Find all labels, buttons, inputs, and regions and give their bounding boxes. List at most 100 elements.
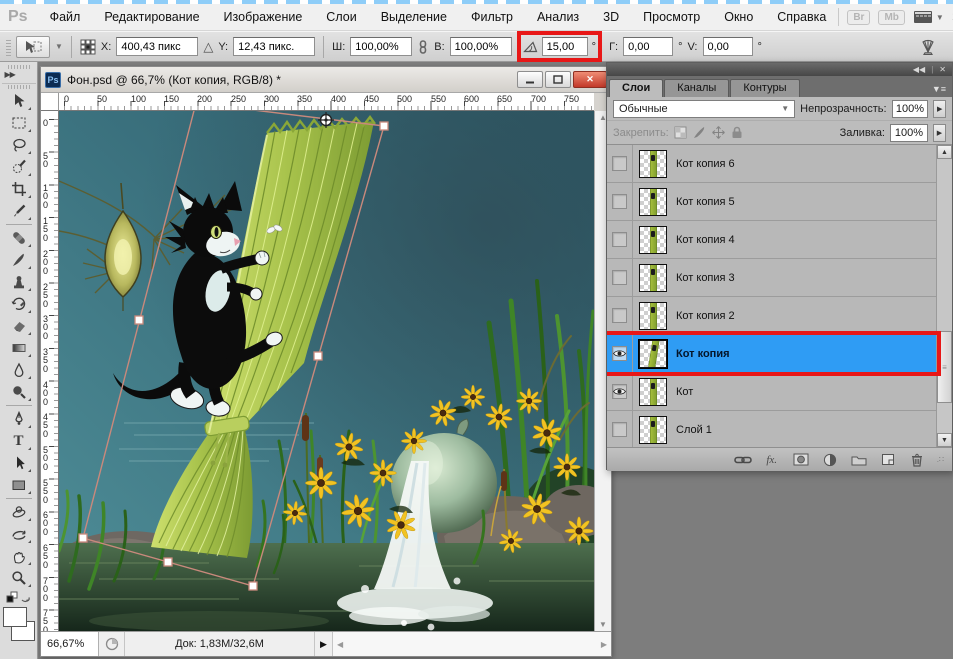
- layers-scroll-up[interactable]: ▲: [937, 145, 952, 159]
- y-input[interactable]: [233, 37, 315, 56]
- reference-point-locator[interactable]: [80, 39, 96, 55]
- link-layers-button[interactable]: [734, 452, 752, 468]
- lock-transparency-icon[interactable]: [674, 126, 687, 139]
- move-tool[interactable]: [5, 90, 33, 112]
- new-layer-button[interactable]: [879, 452, 897, 468]
- layer-thumbnail[interactable]: [639, 188, 667, 216]
- relative-position-icon[interactable]: △: [203, 39, 213, 55]
- layer-row[interactable]: Кот копия 3: [607, 259, 937, 297]
- new-group-button[interactable]: [850, 452, 868, 468]
- visibility-cell[interactable]: [607, 335, 633, 373]
- transform-handle-top-right[interactable]: [380, 122, 388, 130]
- transform-handle-left[interactable]: [135, 316, 143, 324]
- fill-value[interactable]: 100%: [890, 124, 928, 142]
- transform-handle-right[interactable]: [314, 352, 322, 360]
- mini-bridge-button[interactable]: Mb: [878, 10, 904, 25]
- visibility-cell[interactable]: [607, 145, 633, 183]
- tool-preset-arrow[interactable]: ▼: [55, 42, 63, 51]
- layer-row[interactable]: Кот: [607, 373, 937, 411]
- height-input[interactable]: [450, 37, 512, 56]
- adjustment-layer-button[interactable]: [821, 452, 839, 468]
- menu-filter[interactable]: Фильтр: [459, 4, 525, 30]
- gradient-tool[interactable]: [5, 337, 33, 359]
- workspace-switcher-icon[interactable]: ▼: [913, 10, 944, 24]
- blur-tool[interactable]: [5, 359, 33, 381]
- eye-icon[interactable]: [612, 346, 627, 361]
- layer-row[interactable]: Кот копия 5: [607, 183, 937, 221]
- visibility-cell[interactable]: [607, 221, 633, 259]
- burn-tool[interactable]: [5, 381, 33, 403]
- opacity-value[interactable]: 100%: [892, 100, 929, 118]
- document-title-bar[interactable]: Ps Фон.psd @ 66,7% (Кот копия, RGB/8) * …: [41, 67, 611, 93]
- x-input[interactable]: [116, 37, 198, 56]
- 3d-orbit-tool[interactable]: [5, 523, 33, 545]
- status-menu-arrow[interactable]: ▶: [315, 632, 333, 656]
- layer-thumbnail[interactable]: [639, 302, 667, 330]
- vskew-input[interactable]: [703, 37, 753, 56]
- foreground-color-swatch[interactable]: [3, 607, 27, 627]
- maximize-button[interactable]: [545, 71, 571, 88]
- delete-layer-button[interactable]: [908, 452, 926, 468]
- pen-tool[interactable]: [5, 408, 33, 430]
- layer-row[interactable]: Кот копия 2: [607, 297, 937, 335]
- scroll-right-icon[interactable]: ▶: [601, 640, 607, 649]
- layers-scroll-down[interactable]: ▼: [937, 433, 952, 447]
- default-colors-icon[interactable]: [6, 591, 32, 605]
- spot-healing-tool[interactable]: [5, 227, 33, 249]
- transform-handle-bottom-right[interactable]: [249, 582, 257, 590]
- lock-all-icon[interactable]: [731, 126, 743, 139]
- type-tool[interactable]: T: [5, 430, 33, 452]
- menu-image[interactable]: Изображение: [212, 4, 315, 30]
- layer-thumbnail[interactable]: [639, 416, 667, 444]
- menu-layers[interactable]: Слои: [314, 4, 368, 30]
- visibility-cell[interactable]: [607, 411, 633, 448]
- eyedropper-tool[interactable]: [5, 200, 33, 222]
- menu-window[interactable]: Окно: [712, 4, 765, 30]
- rectangle-shape-tool[interactable]: [5, 474, 33, 496]
- visibility-cell[interactable]: [607, 183, 633, 221]
- tab-layers[interactable]: Слои: [609, 79, 663, 97]
- panel-menu-icon[interactable]: ▼≡: [928, 84, 950, 97]
- hand-tool[interactable]: [5, 545, 33, 567]
- layer-thumbnail[interactable]: [639, 226, 667, 254]
- layer-row[interactable]: Слой 1: [607, 411, 937, 447]
- status-zoom-input[interactable]: 66,67%: [41, 632, 99, 656]
- panel-resize-grip[interactable]: .∷: [937, 455, 944, 464]
- brush-tool[interactable]: [5, 249, 33, 271]
- document-horizontal-scrollbar[interactable]: ◀ ▶: [333, 632, 611, 656]
- lock-position-icon[interactable]: [712, 126, 725, 139]
- quick-selection-tool[interactable]: [5, 156, 33, 178]
- menu-select[interactable]: Выделение: [369, 4, 459, 30]
- layer-thumbnail[interactable]: [639, 340, 667, 368]
- link-dimensions-icon[interactable]: [417, 40, 429, 54]
- crop-tool[interactable]: [5, 178, 33, 200]
- layers-scrollbar[interactable]: ▲ ≡ ▼: [936, 145, 952, 447]
- menu-3d[interactable]: 3D: [591, 4, 631, 30]
- 3d-rotate-tool[interactable]: [5, 501, 33, 523]
- tab-channels[interactable]: Каналы: [664, 79, 729, 97]
- scroll-down-icon[interactable]: ▼: [599, 620, 607, 629]
- history-brush-tool[interactable]: [5, 293, 33, 315]
- tool-preset-icon[interactable]: [16, 36, 50, 58]
- menu-help[interactable]: Справка: [765, 4, 838, 30]
- tab-paths[interactable]: Контуры: [730, 79, 799, 97]
- minimize-button[interactable]: [517, 71, 543, 88]
- fan-icon[interactable]: [919, 39, 937, 55]
- visibility-cell[interactable]: [607, 259, 633, 297]
- rectangular-marquee-tool[interactable]: [5, 112, 33, 134]
- menu-view[interactable]: Просмотр: [631, 4, 712, 30]
- hskew-input[interactable]: [623, 37, 673, 56]
- zoom-tool[interactable]: [5, 567, 33, 589]
- eraser-tool[interactable]: [5, 315, 33, 337]
- layer-thumbnail[interactable]: [639, 150, 667, 178]
- clone-stamp-tool[interactable]: [5, 271, 33, 293]
- color-swatches[interactable]: [2, 606, 36, 652]
- bridge-button[interactable]: Br: [847, 10, 870, 25]
- tools-collapse-button[interactable]: ▶▶: [2, 70, 36, 84]
- visibility-cell[interactable]: [607, 297, 633, 335]
- width-input[interactable]: [350, 37, 412, 56]
- path-selection-tool[interactable]: [5, 452, 33, 474]
- menu-file[interactable]: Файл: [38, 4, 93, 30]
- eye-icon[interactable]: [612, 384, 627, 399]
- lock-pixels-icon[interactable]: [693, 126, 706, 139]
